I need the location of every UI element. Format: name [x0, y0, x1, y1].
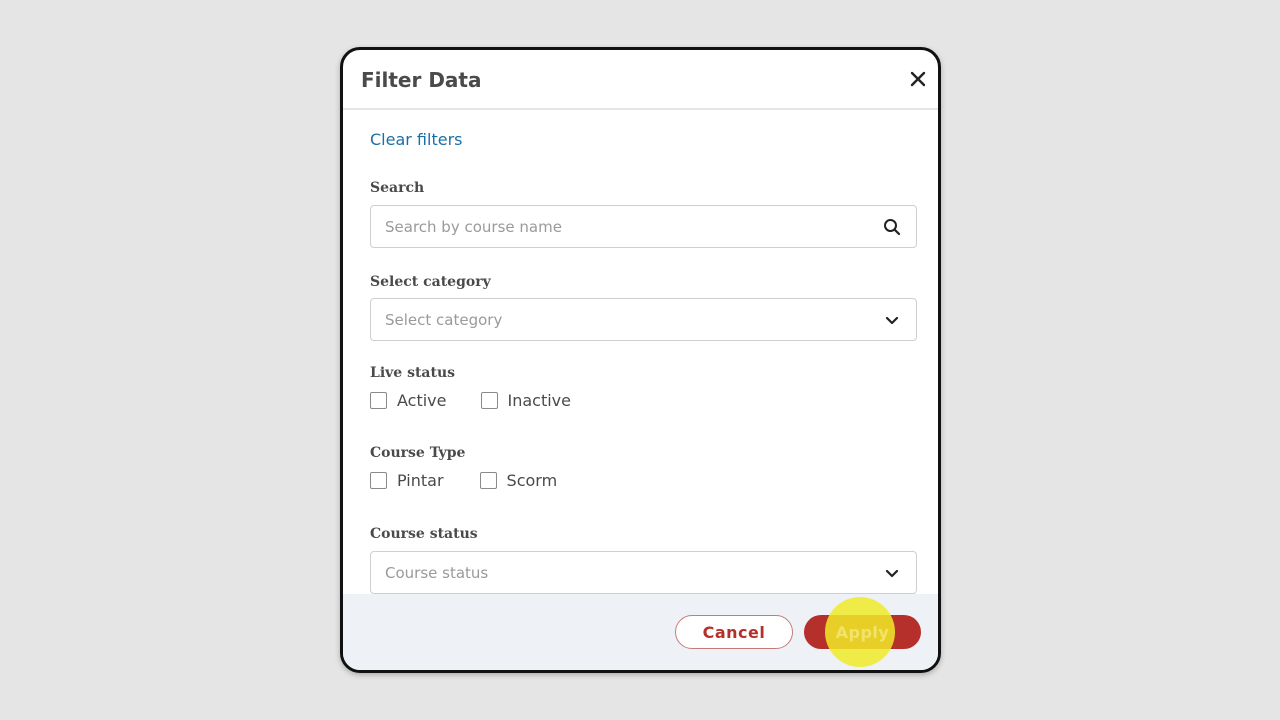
search-field[interactable]: [370, 205, 917, 248]
dialog-title: Filter Data: [361, 68, 482, 92]
category-select[interactable]: Select category: [370, 298, 917, 341]
checkbox-box[interactable]: [480, 392, 498, 409]
apply-button-label: Apply: [835, 622, 890, 642]
checkbox-inactive[interactable]: Inactive: [480, 391, 572, 410]
clear-filters-link[interactable]: Clear filters: [370, 130, 462, 149]
course-status-label: Course status: [370, 526, 478, 542]
course-type-label: Course Type: [370, 445, 466, 461]
dialog-body[interactable]: Clear filters Search Select category Sel…: [343, 110, 938, 594]
live-status-label: Live status: [370, 365, 456, 381]
search-label: Search: [370, 180, 425, 196]
course-type-options: Pintar Scorm: [370, 471, 591, 490]
dialog-header: Filter Data: [343, 50, 938, 110]
dialog-footer: Cancel Apply: [343, 594, 938, 670]
cancel-button[interactable]: Cancel: [675, 615, 793, 649]
course-status-select[interactable]: Course status: [370, 551, 917, 594]
checkbox-active[interactable]: Active: [370, 391, 447, 410]
search-input[interactable]: [371, 206, 916, 247]
checkbox-box[interactable]: [370, 472, 387, 489]
checkbox-label: Active: [397, 391, 447, 410]
apply-button[interactable]: Apply: [804, 597, 921, 667]
filter-dialog: Filter Data Clear filters Search Select …: [340, 47, 941, 673]
checkbox-scorm[interactable]: Scorm: [479, 471, 558, 490]
chevron-down-icon[interactable]: [882, 310, 902, 330]
checkbox-box[interactable]: [479, 472, 497, 489]
checkbox-box[interactable]: [370, 392, 387, 409]
close-icon[interactable]: [906, 67, 930, 91]
checkbox-label: Pintar: [397, 471, 444, 490]
course-status-placeholder: Course status: [385, 564, 489, 582]
checkbox-label: Inactive: [507, 391, 572, 410]
checkbox-pintar[interactable]: Pintar: [370, 471, 444, 490]
chevron-down-icon[interactable]: [882, 563, 902, 583]
checkbox-label: Scorm: [506, 471, 558, 490]
category-label: Select category: [370, 274, 491, 290]
category-placeholder: Select category: [385, 311, 503, 329]
search-icon[interactable]: [882, 217, 902, 237]
live-status-options: Active Inactive: [370, 391, 605, 410]
